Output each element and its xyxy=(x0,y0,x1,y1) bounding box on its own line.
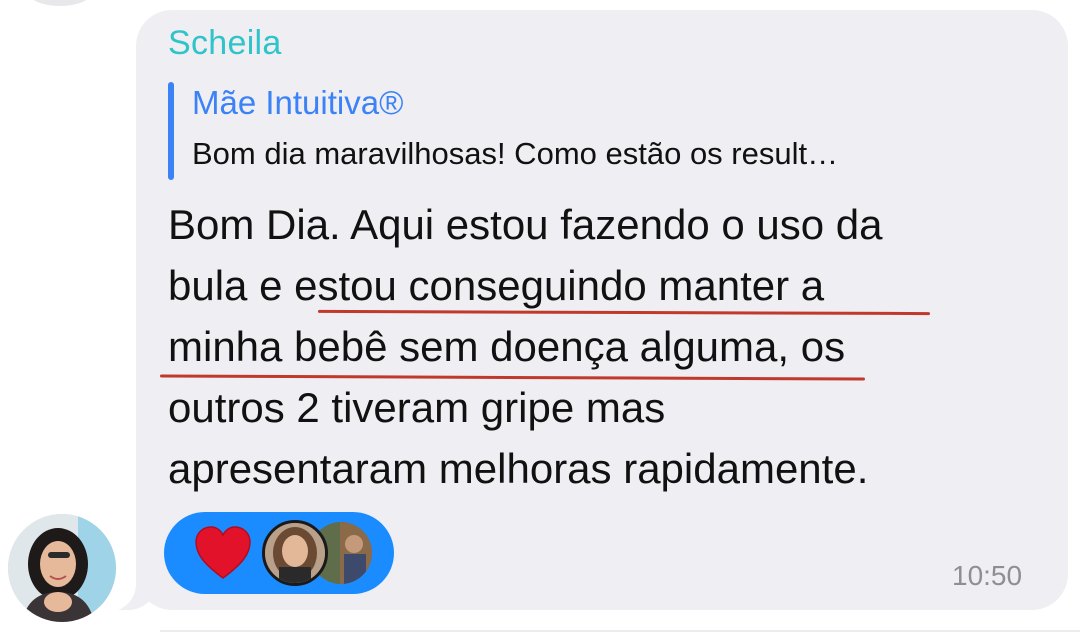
message-line: outros 2 tiveram gripe mas xyxy=(168,384,666,431)
previous-avatar-edge xyxy=(30,0,90,6)
reaction-pill[interactable] xyxy=(164,512,394,594)
chat-view: Scheila Mãe Intuitiva® Bom dia maravilho… xyxy=(0,0,1080,635)
message-line: Bom Dia. Aqui estou fazendo o uso da xyxy=(168,201,883,248)
message-line: minha bebê sem doença alguma, os xyxy=(168,323,846,370)
reply-snippet[interactable]: Bom dia maravilhosas! Como estão os resu… xyxy=(192,136,1042,172)
reply-author[interactable]: Mãe Intuitiva® xyxy=(192,84,403,122)
message-line: bula e estou conseguindo manter a xyxy=(168,262,825,309)
reactor-photo xyxy=(265,523,325,583)
message-line: apresentaram melhoras rapidamente. xyxy=(168,445,869,492)
heart-icon xyxy=(195,526,251,579)
sender-name[interactable]: Scheila xyxy=(168,24,282,63)
sender-avatar[interactable] xyxy=(8,514,116,622)
sender-photo xyxy=(8,514,116,622)
divider xyxy=(160,630,1080,632)
message-text: Bom Dia. Aqui estou fazendo o uso da bul… xyxy=(168,194,1048,499)
reactor-avatar[interactable] xyxy=(262,520,328,586)
message-time: 10:50 xyxy=(952,560,1023,591)
reply-accent-bar xyxy=(168,82,174,180)
